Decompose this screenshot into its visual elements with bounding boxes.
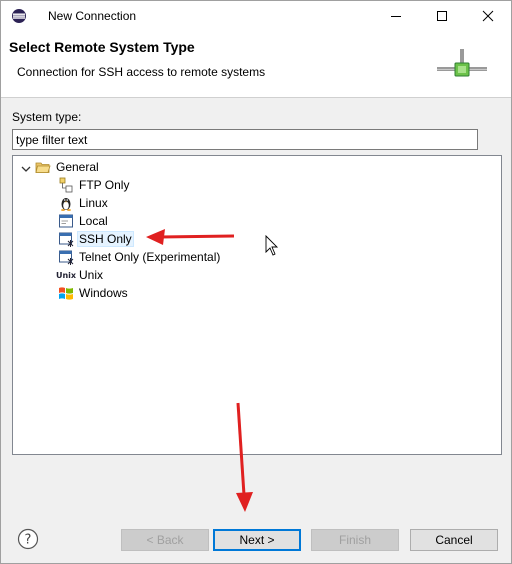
close-icon — [482, 10, 494, 22]
tree-item-telnet-only[interactable]: Telnet Only (Experimental) — [58, 248, 220, 266]
tree-item-label: Unix — [79, 268, 104, 282]
wizard-banner: Select Remote System Type Connection for… — [1, 31, 511, 98]
tree-item-label: FTP Only — [79, 178, 130, 192]
maximize-icon — [437, 11, 447, 21]
page-description: Connection for SSH access to remote syst… — [17, 65, 266, 79]
system-type-tree[interactable]: General FTP Only Linux Local SSH Only Te… — [12, 155, 502, 455]
close-button[interactable] — [465, 1, 511, 31]
tree-item-ssh-only[interactable]: SSH Only — [58, 230, 134, 248]
maximize-button[interactable] — [419, 1, 465, 31]
tree-item-local[interactable]: Local — [58, 212, 108, 230]
svg-text:?: ? — [25, 533, 32, 548]
minimize-button[interactable] — [373, 1, 419, 31]
local-computer-icon — [58, 213, 74, 229]
tree-item-linux[interactable]: Linux — [58, 194, 108, 212]
back-button[interactable]: < Back — [121, 529, 209, 551]
tree-item-label: Telnet Only (Experimental) — [79, 250, 221, 264]
linux-penguin-icon — [58, 195, 74, 211]
new-connection-window: New Connection Select Remote System Type… — [0, 0, 512, 564]
cancel-button[interactable]: Cancel — [410, 529, 498, 551]
tree-item-ftp-only[interactable]: FTP Only — [58, 176, 129, 194]
tree-item-general[interactable]: General — [35, 158, 99, 176]
unix-icon: Unix — [55, 270, 77, 280]
finish-button[interactable]: Finish — [311, 529, 399, 551]
page-title: Select Remote System Type — [9, 39, 195, 55]
telnet-terminal-icon — [58, 249, 74, 265]
windows-flag-icon — [58, 285, 74, 301]
ssh-terminal-icon — [58, 231, 74, 247]
filter-input[interactable] — [12, 129, 478, 150]
ftp-icon — [58, 177, 74, 193]
eclipse-app-icon — [11, 8, 27, 24]
tree-item-unix[interactable]: Unix Unix — [55, 266, 104, 284]
tree-item-label: SSH Only — [77, 231, 134, 247]
minimize-icon — [391, 16, 401, 17]
tree-item-label: Linux — [79, 196, 108, 210]
title-bar: New Connection — [1, 1, 511, 31]
system-type-label: System type: — [12, 110, 82, 124]
folder-open-icon — [35, 159, 51, 175]
chevron-down-icon[interactable] — [21, 163, 31, 173]
tree-item-label: Windows — [79, 286, 128, 300]
tree-item-windows[interactable]: Windows — [58, 284, 128, 302]
help-icon[interactable]: ? — [17, 528, 39, 550]
tree-item-label: General — [56, 160, 99, 174]
tree-item-label: Local — [79, 214, 108, 228]
window-title: New Connection — [48, 9, 137, 23]
network-connection-icon — [435, 47, 489, 87]
next-button[interactable]: Next > — [213, 529, 301, 551]
